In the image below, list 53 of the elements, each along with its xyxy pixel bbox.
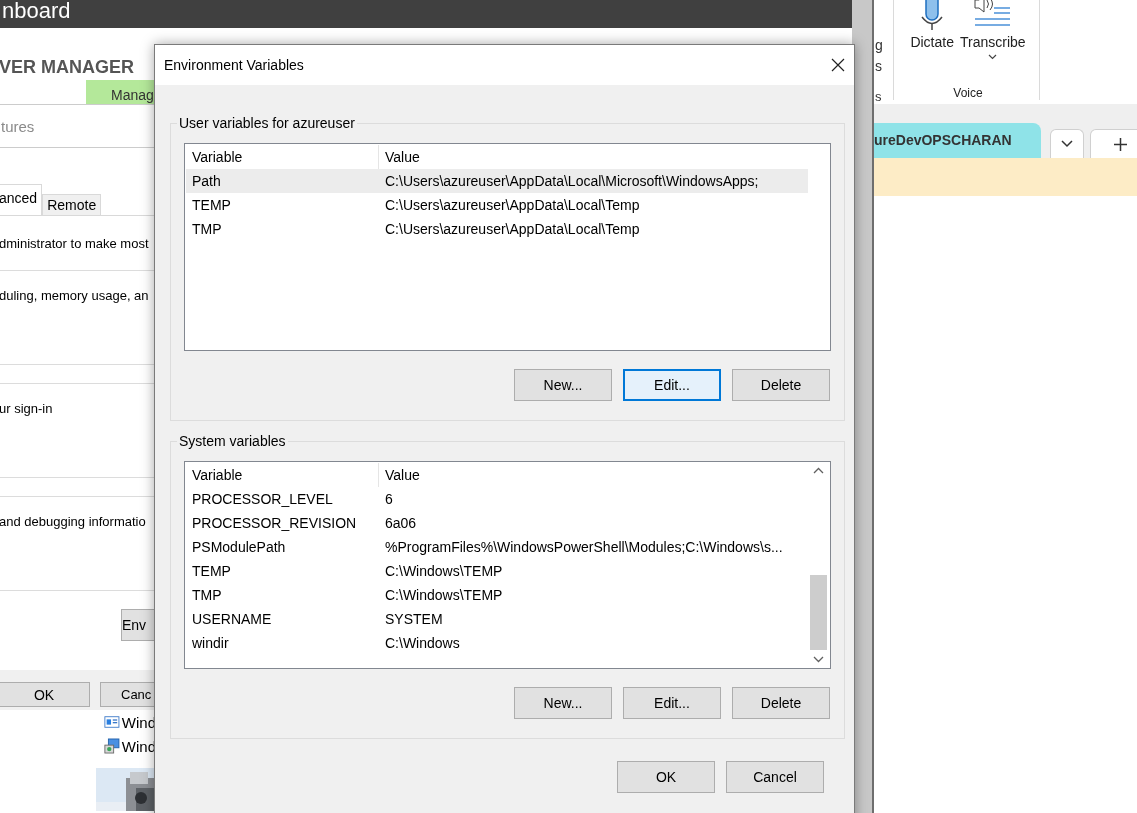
caret-icon bbox=[988, 54, 998, 60]
list-row[interactable]: PROCESSOR_REVISION 6a06 bbox=[186, 511, 787, 535]
environment-button[interactable]: Env bbox=[121, 609, 156, 641]
list-row[interactable]: PSModulePath %ProgramFiles%\WindowsPowerShell\Modules;C:\Windows\s... bbox=[186, 535, 787, 559]
chevron-down-icon bbox=[1061, 140, 1073, 148]
edit-button[interactable]: Edit... bbox=[623, 687, 721, 719]
description-text: and debugging informatio bbox=[0, 514, 146, 529]
ribbon-label: s bbox=[875, 58, 883, 74]
window-title: nboard bbox=[2, 0, 71, 22]
window-icon bbox=[104, 714, 120, 730]
column-header[interactable]: Value bbox=[379, 467, 787, 483]
scroll-thumb[interactable] bbox=[810, 575, 827, 650]
list-row[interactable]: TMP C:\Windows\TEMP bbox=[186, 583, 787, 607]
list-row[interactable]: TEMP C:\Users\azureuser\AppData\Local\Temp bbox=[186, 193, 808, 217]
description-text: dministrator to make most bbox=[0, 235, 149, 251]
add-section-button[interactable] bbox=[1090, 129, 1137, 158]
ok-button[interactable]: OK bbox=[617, 761, 715, 793]
ribbon-label: g bbox=[875, 37, 884, 53]
ribbon-button[interactable]: Transcribe bbox=[959, 0, 1026, 82]
section-tab[interactable]: ureDevOPSCHARAN bbox=[874, 123, 1041, 158]
ribbon-label: s bbox=[875, 89, 883, 104]
dialog-tab[interactable]: anced bbox=[0, 184, 43, 215]
description-text: ur sign-in bbox=[0, 401, 53, 416]
manage-tab[interactable]: Manag bbox=[86, 80, 156, 104]
dropdown-button[interactable] bbox=[1050, 129, 1084, 158]
list-row[interactable]: Path C:\Users\azureuser\AppData\Local\Microsoft\WindowsApps; bbox=[186, 169, 808, 193]
ribbon-button[interactable]: Dictate bbox=[910, 0, 954, 82]
delete-button[interactable]: Delete bbox=[732, 687, 830, 719]
list-row[interactable]: windir C:\Windows bbox=[186, 631, 787, 655]
cancel-button[interactable]: Cancel bbox=[726, 761, 824, 793]
group-title: User variables for azureuser bbox=[178, 115, 356, 131]
section-title: tures bbox=[1, 117, 35, 135]
list-row[interactable]: TEMP C:\Windows\TEMP bbox=[186, 559, 787, 583]
group-label: Voice bbox=[953, 86, 983, 100]
list-row[interactable]: PROCESSOR_LEVEL 6 bbox=[186, 487, 787, 511]
edit-button[interactable]: Edit... bbox=[623, 369, 721, 401]
list-row[interactable]: TMP C:\Users\azureuser\AppData\Local\Temp bbox=[186, 217, 808, 241]
list-row[interactable]: USERNAME SYSTEM bbox=[186, 607, 787, 631]
column-header[interactable]: Variable bbox=[186, 463, 379, 487]
new-button[interactable]: New... bbox=[514, 687, 612, 719]
close-icon[interactable] bbox=[831, 58, 845, 72]
ok-button[interactable]: OK bbox=[0, 682, 90, 707]
computer-icon bbox=[104, 737, 120, 755]
description-text: duling, memory usage, an bbox=[0, 288, 149, 303]
cancel-button[interactable]: Canc bbox=[100, 682, 156, 707]
new-button[interactable]: New... bbox=[514, 369, 612, 401]
dialog-tab[interactable]: Remote bbox=[42, 194, 102, 215]
dialog-title: Environment Variables bbox=[164, 57, 304, 73]
plus-icon bbox=[1113, 137, 1127, 151]
group-title: System variables bbox=[178, 433, 287, 449]
column-header[interactable]: Value bbox=[379, 149, 808, 165]
microphone-icon bbox=[919, 0, 946, 30]
delete-button[interactable]: Delete bbox=[732, 369, 830, 401]
